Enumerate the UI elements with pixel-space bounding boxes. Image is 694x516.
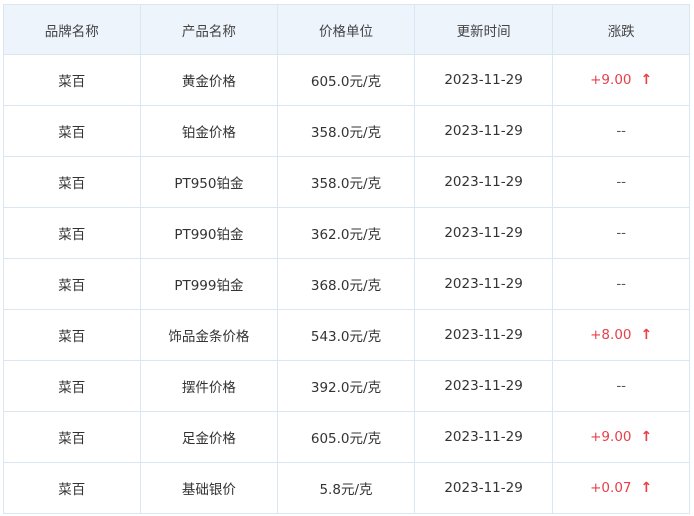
product-cell: 饰品金条价格 <box>139 309 279 361</box>
date-cell: 2023-11-29 <box>413 309 554 361</box>
up-arrow-icon: ↑ <box>640 429 653 445</box>
header-brand: 品牌名称 <box>3 4 141 55</box>
brand-cell: 菜百 <box>3 360 141 412</box>
brand-cell: 菜百 <box>3 54 141 106</box>
price-cell: 362.0元/克 <box>277 207 415 259</box>
header-update-time: 更新时间 <box>413 4 554 55</box>
brand-cell: 菜百 <box>3 309 141 361</box>
price-cell: 368.0元/克 <box>277 258 415 310</box>
product-cell: 足金价格 <box>139 411 279 463</box>
header-change: 涨跌 <box>552 4 690 55</box>
change-cell: +9.00 ↑ <box>552 411 690 463</box>
product-cell: 黄金价格 <box>139 54 279 106</box>
change-value: +9.00 <box>590 429 632 445</box>
table-row: 菜百 PT990铂金 362.0元/克 2023-11-29 -- <box>3 207 690 259</box>
date-cell: 2023-11-29 <box>413 258 554 310</box>
product-cell: 摆件价格 <box>139 360 279 412</box>
change-value: +9.00 <box>590 72 632 88</box>
table-row: 菜百 饰品金条价格 543.0元/克 2023-11-29 +8.00 ↑ <box>3 309 690 361</box>
table-row: 菜百 摆件价格 392.0元/克 2023-11-29 -- <box>3 360 690 412</box>
price-cell: 605.0元/克 <box>277 54 415 106</box>
product-cell: PT990铂金 <box>139 207 279 259</box>
product-cell: PT950铂金 <box>139 156 279 208</box>
header-row: 品牌名称 产品名称 价格单位 更新时间 涨跌 <box>3 4 690 55</box>
change-cell: +0.07 ↑ <box>552 462 690 514</box>
table-body: 菜百 黄金价格 605.0元/克 2023-11-29 +9.00 ↑ 菜百 铂金… <box>3 54 690 514</box>
date-cell: 2023-11-29 <box>413 105 554 157</box>
header-price-unit: 价格单位 <box>277 4 415 55</box>
price-cell: 543.0元/克 <box>277 309 415 361</box>
change-value: +0.07 <box>590 480 632 496</box>
table-row: 菜百 基础银价 5.8元/克 2023-11-29 +0.07 ↑ <box>3 462 690 514</box>
price-cell: 5.8元/克 <box>277 462 415 514</box>
date-cell: 2023-11-29 <box>413 462 554 514</box>
brand-cell: 菜百 <box>3 462 141 514</box>
gold-price-table: 品牌名称 产品名称 价格单位 更新时间 涨跌 菜百 黄金价格 605.0元/克 … <box>3 4 690 514</box>
change-cell: -- <box>552 156 690 208</box>
change-cell: -- <box>552 258 690 310</box>
table-row: 菜百 PT950铂金 358.0元/克 2023-11-29 -- <box>3 156 690 208</box>
price-cell: 392.0元/克 <box>277 360 415 412</box>
product-cell: PT999铂金 <box>139 258 279 310</box>
date-cell: 2023-11-29 <box>413 54 554 106</box>
date-cell: 2023-11-29 <box>413 156 554 208</box>
change-cell: +9.00 ↑ <box>552 54 690 106</box>
product-cell: 基础银价 <box>139 462 279 514</box>
change-value: +8.00 <box>590 327 632 343</box>
brand-cell: 菜百 <box>3 411 141 463</box>
date-cell: 2023-11-29 <box>413 411 554 463</box>
up-arrow-icon: ↑ <box>640 480 653 496</box>
price-cell: 358.0元/克 <box>277 105 415 157</box>
brand-cell: 菜百 <box>3 156 141 208</box>
change-cell: -- <box>552 105 690 157</box>
table-row: 菜百 黄金价格 605.0元/克 2023-11-29 +9.00 ↑ <box>3 54 690 106</box>
price-cell: 605.0元/克 <box>277 411 415 463</box>
table-header: 品牌名称 产品名称 价格单位 更新时间 涨跌 <box>3 4 690 55</box>
up-arrow-icon: ↑ <box>640 72 653 88</box>
brand-cell: 菜百 <box>3 258 141 310</box>
change-cell: -- <box>552 207 690 259</box>
table-row: 菜百 PT999铂金 368.0元/克 2023-11-29 -- <box>3 258 690 310</box>
brand-cell: 菜百 <box>3 207 141 259</box>
up-arrow-icon: ↑ <box>640 327 653 343</box>
brand-cell: 菜百 <box>3 105 141 157</box>
table-row: 菜百 铂金价格 358.0元/克 2023-11-29 -- <box>3 105 690 157</box>
price-cell: 358.0元/克 <box>277 156 415 208</box>
change-cell: -- <box>552 360 690 412</box>
table-row: 菜百 足金价格 605.0元/克 2023-11-29 +9.00 ↑ <box>3 411 690 463</box>
header-product: 产品名称 <box>139 4 279 55</box>
product-cell: 铂金价格 <box>139 105 279 157</box>
change-cell: +8.00 ↑ <box>552 309 690 361</box>
date-cell: 2023-11-29 <box>413 207 554 259</box>
date-cell: 2023-11-29 <box>413 360 554 412</box>
